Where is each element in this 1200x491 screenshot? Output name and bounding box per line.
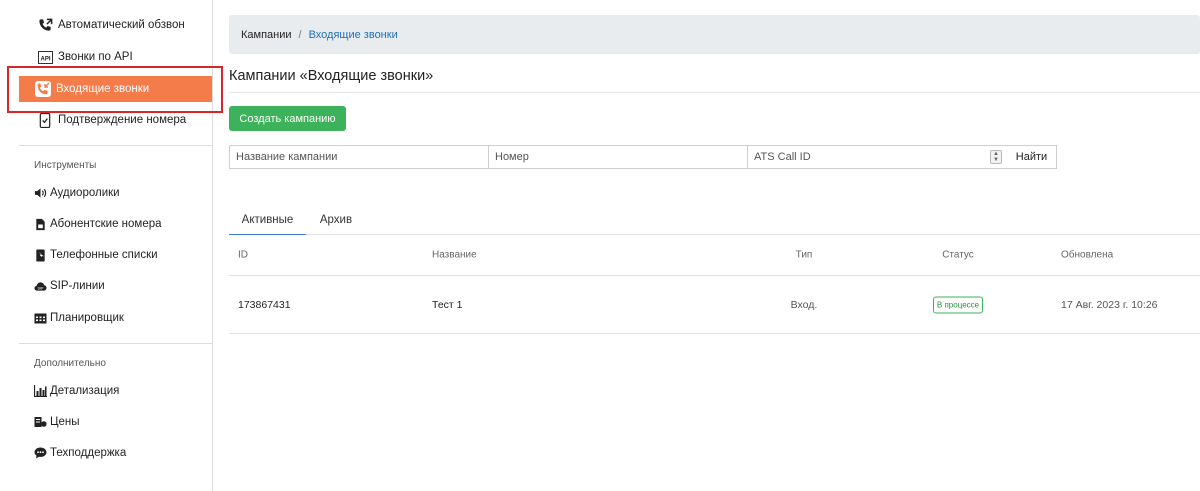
header-name: Название (432, 249, 477, 261)
chat-icon (34, 447, 47, 460)
breadcrumb-current[interactable]: Входящие звонки (309, 29, 398, 41)
highlight-box (7, 66, 223, 113)
table-row[interactable]: 173867431 Тест 1 Вход. В процессе 17 Авг… (229, 276, 1200, 334)
sidebar-item-support[interactable]: Техподдержка (0, 441, 213, 465)
sidebar-item-subscriber-numbers[interactable]: Абонентские номера (0, 212, 213, 236)
sidebar-item-number-verification[interactable]: Подтверждение номера (0, 108, 213, 132)
sidebar-item-scheduler[interactable]: Планировщик (0, 306, 213, 330)
row-id: 173867431 (238, 298, 291, 311)
ats-call-id-field: ▲ ▼ (747, 145, 1007, 169)
sidebar-item-label: Телефонные списки (50, 249, 158, 261)
search-form: ▲ ▼ Найти (229, 145, 1057, 169)
sidebar-item-sip-lines[interactable]: SIP SIP-линии (0, 274, 213, 298)
sidebar-item-prices[interactable]: Цены (0, 410, 213, 434)
phone-forward-icon (37, 17, 53, 33)
speaker-icon (34, 187, 47, 200)
contact-book-icon (34, 248, 47, 262)
row-name[interactable]: Тест 1 (432, 299, 462, 311)
bar-chart-icon (34, 385, 47, 398)
sidebar-item-label: Аудиоролики (50, 187, 120, 199)
sidebar-item-auto-dialer[interactable]: Автоматический обзвон (0, 13, 213, 37)
breadcrumb: Кампании / Входящие звонки (229, 15, 1200, 54)
calendar-icon (34, 312, 47, 325)
header-type: Тип (795, 249, 813, 261)
status-badge: В процессе (932, 296, 984, 313)
breadcrumb-separator: / (298, 28, 302, 41)
sidebar-item-phone-lists[interactable]: Телефонные списки (0, 243, 213, 267)
sidebar-item-label: Абонентские номера (50, 218, 162, 230)
cloud-phone-icon: SIP (34, 280, 47, 293)
price-icon (34, 416, 47, 429)
phone-check-icon (37, 112, 53, 128)
tab-active[interactable]: Активные (229, 205, 306, 235)
header-status: Статус (942, 249, 974, 261)
sidebar-item-label: Подтверждение номера (58, 114, 187, 126)
sidebar-item-label: Планировщик (50, 312, 124, 324)
sim-card-icon (34, 218, 47, 231)
header-id: ID (238, 249, 248, 261)
number-input[interactable] (488, 145, 747, 169)
sidebar-section-tools: Инструменты (34, 160, 97, 171)
svg-text:API: API (40, 56, 50, 62)
ats-call-id-input[interactable] (748, 146, 1007, 168)
row-updated: 17 Авг. 2023 г. 10:26 (1061, 298, 1158, 311)
sidebar-divider (19, 343, 212, 344)
sidebar-item-label: Автоматический обзвон (58, 19, 185, 31)
header-updated: Обновлена (1061, 249, 1114, 261)
chevron-down-icon: ▼ (993, 157, 999, 163)
create-campaign-button[interactable]: Создать кампанию (229, 106, 346, 131)
row-type: Вход. (790, 298, 818, 311)
sidebar-item-label: Звонки по API (58, 51, 133, 63)
sidebar: Автоматический обзвон API Звонки по API … (0, 0, 223, 491)
sidebar-item-audio[interactable]: Аудиоролики (0, 181, 213, 205)
tab-archive[interactable]: Архив (306, 205, 366, 235)
campaign-name-input[interactable] (229, 145, 488, 169)
campaigns-table: ID Название Тип Статус Обновлена 1738674… (229, 235, 1200, 334)
sidebar-item-label: Техподдержка (50, 447, 127, 459)
svg-text:SIP: SIP (38, 286, 44, 290)
sidebar-divider (19, 145, 212, 146)
sidebar-item-details[interactable]: Детализация (0, 379, 213, 403)
sidebar-item-label: Детализация (50, 385, 120, 397)
page-title: Кампании «Входящие звонки» (229, 68, 434, 84)
sidebar-section-extra: Дополнительно (34, 358, 106, 369)
number-spinner[interactable]: ▲ ▼ (990, 150, 1002, 164)
sidebar-item-label: Цены (50, 416, 80, 428)
title-divider (229, 92, 1200, 93)
api-icon: API (37, 49, 53, 65)
row-status: В процессе (931, 296, 985, 313)
tabs: Активные Архив (229, 205, 1200, 235)
find-button[interactable]: Найти (1006, 145, 1057, 169)
breadcrumb-link-campaigns[interactable]: Кампании (241, 29, 292, 41)
table-header: ID Название Тип Статус Обновлена (229, 235, 1200, 276)
sidebar-item-label: SIP-линии (50, 280, 105, 292)
